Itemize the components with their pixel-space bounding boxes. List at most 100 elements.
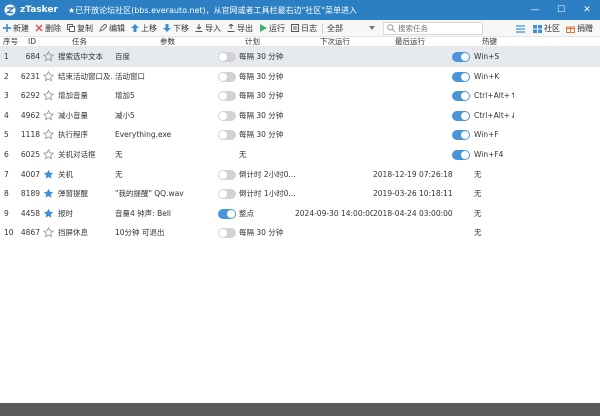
- new-label: 新建: [13, 23, 29, 33]
- col-next-run[interactable]: 下次运行: [320, 37, 350, 47]
- row-task: 报时: [58, 208, 73, 218]
- donate-label: 捐赠: [577, 24, 593, 33]
- row-hotkey: 无: [474, 228, 482, 238]
- title-bar: zTasker ★已开放论坛社区(bbs.everauto.net)，从官网或者…: [0, 0, 600, 20]
- star-outline-icon[interactable]: [42, 227, 55, 238]
- table-row[interactable]: 3 6292 增加音量 增加5 每隔 30 分钟 Ctrl+Alt+↑: [0, 86, 600, 106]
- plan-toggle[interactable]: [218, 52, 236, 62]
- toolbar: 新建 删除 复制 编辑 上移 下移 导入 导出 运行 日志 全部 搜索任务 社区…: [0, 20, 600, 37]
- import-button[interactable]: 导入: [192, 20, 224, 37]
- plan-toggle[interactable]: [218, 169, 236, 180]
- table-row[interactable]: 7 4007 关机 无 倒计时 2小时0... 2018-12-19 07:26:18 无: [0, 165, 600, 185]
- row-plan: 每隔 30 分钟: [239, 71, 284, 81]
- table-row[interactable]: 9 4458 报时 音量4 钟声: Bell 整点 2024-09-30 14:00:00…: [0, 204, 600, 224]
- delete-label: 删除: [45, 23, 61, 33]
- col-param[interactable]: 参数: [160, 37, 175, 47]
- col-last-run[interactable]: 最后运行: [395, 37, 425, 47]
- row-number: 8: [4, 189, 9, 199]
- new-button[interactable]: 新建: [0, 20, 32, 37]
- plan-toggle[interactable]: [218, 110, 236, 121]
- row-plan: 每隔 30 分钟: [239, 91, 284, 101]
- minimize-button[interactable]: —: [522, 0, 548, 20]
- row-number: 7: [4, 169, 9, 179]
- hotkey-toggle[interactable]: [452, 71, 470, 82]
- table-row[interactable]: 2 6231 结束活动窗口及... 活动窗口 每隔 30 分钟 Win+K: [0, 67, 600, 87]
- col-plan[interactable]: 计划: [245, 37, 260, 47]
- row-plan: 每隔 30 分钟: [239, 130, 284, 140]
- row-task: 结束活动窗口及...: [58, 71, 114, 81]
- arrow-up-icon: [131, 24, 139, 32]
- hotkey-toggle[interactable]: [452, 91, 470, 102]
- list-view-button[interactable]: [513, 20, 530, 37]
- edit-label: 编辑: [109, 23, 125, 33]
- table-row[interactable]: 4 4962 减小音量 减小5 每隔 30 分钟 Ctrl+Alt+↓: [0, 106, 600, 126]
- edit-button[interactable]: 编辑: [96, 20, 128, 37]
- forum-notice[interactable]: ★已开放论坛社区(bbs.everauto.net)，从官网或者工具栏最右边"社…: [68, 5, 357, 16]
- row-id: 4458: [20, 208, 40, 218]
- star-filled-icon[interactable]: [43, 208, 54, 219]
- row-id: 4867: [20, 228, 40, 238]
- search-input[interactable]: [398, 23, 478, 33]
- plan-toggle[interactable]: [218, 228, 236, 239]
- search-box[interactable]: [383, 21, 483, 35]
- run-button[interactable]: 运行: [256, 20, 288, 37]
- row-id: 6231: [20, 71, 40, 81]
- row-last-run: 2019-03-26 10:18:11: [373, 189, 453, 199]
- plan-toggle[interactable]: [218, 91, 236, 102]
- star-outline-icon[interactable]: [42, 109, 55, 121]
- col-hotkey[interactable]: 热键: [482, 37, 497, 47]
- move-down-button[interactable]: 下移: [160, 20, 192, 37]
- plan-toggle[interactable]: [218, 130, 236, 141]
- row-plan: 每隔 30 分钟: [239, 52, 284, 61]
- table-row[interactable]: 5 1118 执行程序 Everything.exe 每隔 30 分钟 Win+F: [0, 125, 600, 145]
- status-bar: [0, 403, 600, 416]
- row-param: 减小5: [115, 110, 135, 120]
- export-button[interactable]: 导出: [224, 20, 256, 37]
- table-row[interactable]: 10 4867 挡屏休息 10分钟 可退出 每隔 30 分钟 无: [0, 223, 600, 243]
- col-task[interactable]: 任务: [72, 37, 87, 47]
- table-row[interactable]: 8 8189 弹窗提醒 "我的提醒" QQ.wav 倒计时 1小时0... 2019-03…: [0, 184, 600, 204]
- row-param: 无: [115, 169, 123, 179]
- plan-toggle[interactable]: [218, 208, 236, 219]
- row-task: 减小音量: [58, 110, 88, 120]
- move-up-label: 上移: [141, 23, 157, 33]
- col-no[interactable]: 序号: [3, 37, 18, 47]
- row-task: 关机: [58, 169, 73, 179]
- star-outline-icon[interactable]: [42, 148, 55, 160]
- hotkey-toggle[interactable]: [452, 52, 470, 62]
- plan-toggle[interactable]: [218, 71, 236, 82]
- close-button[interactable]: ✕: [574, 0, 600, 20]
- delete-button[interactable]: 删除: [32, 20, 64, 37]
- move-up-button[interactable]: 上移: [128, 20, 160, 37]
- col-id[interactable]: ID: [28, 37, 36, 47]
- log-button[interactable]: 日志: [288, 20, 320, 37]
- row-plan: 每隔 30 分钟: [239, 110, 284, 120]
- maximize-button[interactable]: ☐: [548, 0, 574, 20]
- row-hotkey: 无: [474, 189, 482, 199]
- list-icon: [516, 24, 525, 33]
- row-number: 10: [4, 228, 14, 238]
- hotkey-toggle[interactable]: [452, 130, 470, 141]
- star-filled-icon[interactable]: [43, 188, 54, 199]
- row-param: 百度: [115, 52, 130, 61]
- row-hotkey: Win+S: [474, 52, 500, 61]
- donate-button[interactable]: 捐赠: [563, 20, 596, 37]
- scope-select[interactable]: 全部: [325, 22, 377, 35]
- hotkey-toggle[interactable]: [452, 110, 470, 121]
- star-outline-icon[interactable]: [42, 50, 55, 62]
- copy-button[interactable]: 复制: [64, 20, 96, 37]
- row-param: 无: [115, 149, 123, 159]
- plan-toggle[interactable]: [218, 189, 236, 200]
- star-outline-icon[interactable]: [42, 129, 55, 140]
- row-param: 音量4 钟声: Bell: [115, 208, 171, 218]
- row-number: 9: [4, 208, 9, 218]
- star-filled-icon[interactable]: [43, 169, 54, 180]
- hotkey-toggle[interactable]: [452, 149, 470, 160]
- star-outline-icon[interactable]: [42, 90, 55, 101]
- community-label: 社区: [544, 24, 560, 33]
- star-outline-icon[interactable]: [42, 70, 55, 82]
- table-row[interactable]: 1 684 搜索选中文本 百度 每隔 30 分钟 Win+S: [0, 47, 600, 67]
- community-button[interactable]: 社区: [530, 20, 563, 37]
- table-row[interactable]: 6 6025 关机对话框 无 无 Win+F4: [0, 145, 600, 165]
- row-number: 6: [4, 149, 9, 159]
